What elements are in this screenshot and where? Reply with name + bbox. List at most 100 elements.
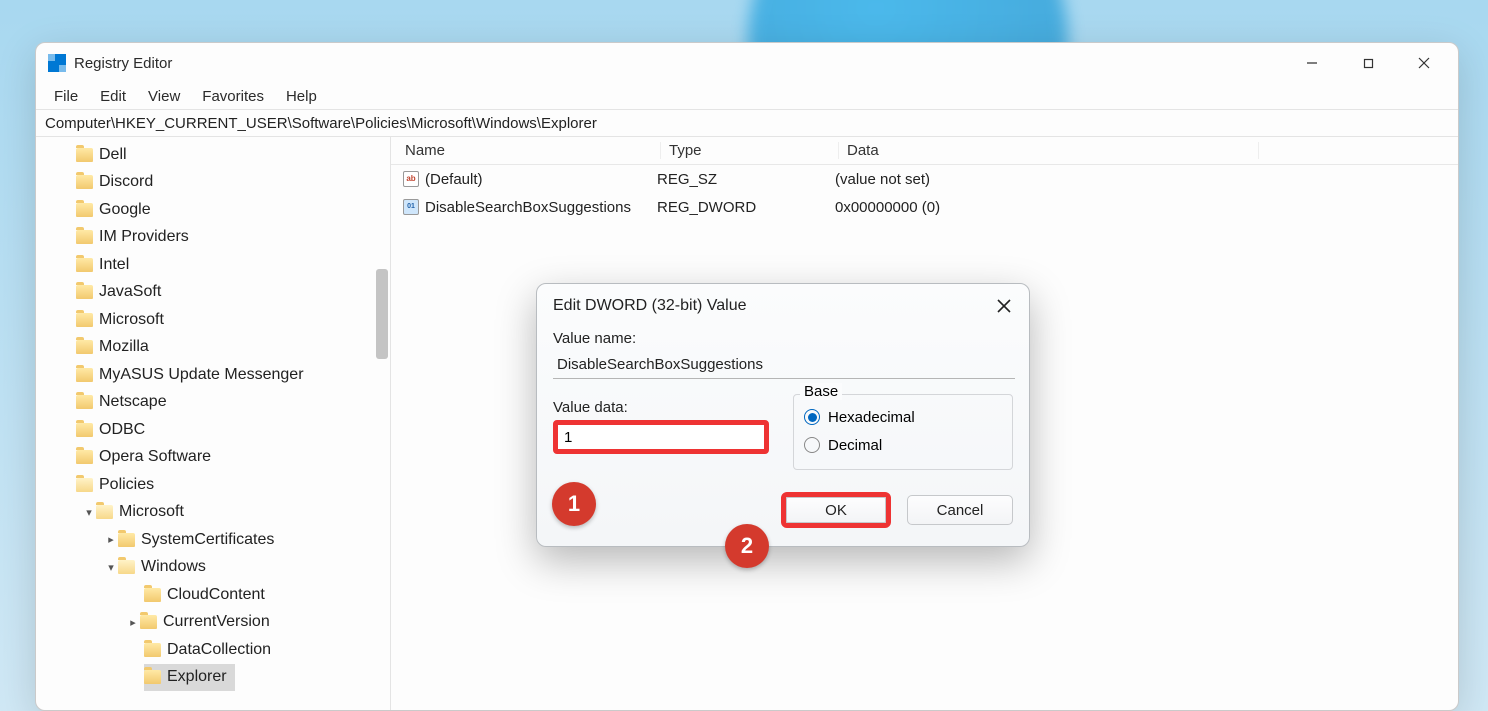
tree-item-netscape[interactable]: Netscape (36, 389, 390, 417)
value-type: REG_SZ (649, 171, 827, 188)
tree-item-label: JavaSoft (99, 283, 161, 301)
folder-icon (76, 285, 93, 299)
window-controls (1284, 43, 1452, 83)
tree-item-opera-software[interactable]: Opera Software (36, 444, 390, 472)
folder-icon (144, 588, 161, 602)
tree-item-windows[interactable]: ▾ Windows (36, 554, 390, 582)
tree-item-policies[interactable]: Policies (36, 471, 390, 499)
ok-button-highlight: OK (781, 492, 891, 528)
tree-item-label: Microsoft (119, 503, 184, 521)
value-data-highlight (553, 420, 769, 454)
tree-item-cloudcontent[interactable]: CloudContent (36, 581, 390, 609)
tree-item-im-providers[interactable]: IM Providers (36, 224, 390, 252)
list-header[interactable]: Name Type Data (391, 137, 1458, 165)
tree-item-discord[interactable]: Discord (36, 169, 390, 197)
chevron-right-icon[interactable]: ▸ (126, 616, 140, 629)
annotation-callout-2: 2 (725, 524, 769, 568)
value-name: (Default) (425, 171, 483, 188)
radio-icon (804, 409, 820, 425)
chevron-right-icon[interactable]: ▸ (104, 533, 118, 546)
folder-icon (96, 505, 113, 519)
folder-icon (140, 615, 157, 629)
dword-value-icon: 01 (403, 199, 419, 215)
value-row[interactable]: ab(Default)REG_SZ(value not set) (391, 165, 1458, 193)
tree-item-label: Google (99, 201, 151, 219)
address-bar[interactable]: Computer\HKEY_CURRENT_USER\Software\Poli… (36, 109, 1458, 137)
folder-icon (76, 423, 93, 437)
base-groupbox: Base Hexadecimal Decimal (793, 394, 1013, 470)
value-name-label: Value name: (553, 330, 1013, 347)
folder-icon (144, 670, 161, 684)
base-legend: Base (800, 383, 842, 400)
menu-file[interactable]: File (44, 86, 88, 107)
radio-decimal[interactable]: Decimal (804, 431, 1002, 459)
folder-icon (76, 258, 93, 272)
tree-item-label: Intel (99, 256, 129, 274)
folder-icon (76, 148, 93, 162)
value-data: 0x00000000 (0) (827, 199, 1458, 216)
folder-icon (76, 368, 93, 382)
col-header-type[interactable]: Type (661, 142, 839, 159)
cancel-button[interactable]: Cancel (907, 495, 1013, 525)
tree-item-label: Opera Software (99, 448, 211, 466)
tree-item-systemcertificates[interactable]: ▸ SystemCertificates (36, 526, 390, 554)
folder-icon (76, 340, 93, 354)
tree-item-mozilla[interactable]: Mozilla (36, 334, 390, 362)
tree-item-label: Netscape (99, 393, 167, 411)
tree-item-explorer[interactable]: Explorer (36, 664, 390, 692)
tree-item-microsoft[interactable]: ▾ Microsoft (36, 499, 390, 527)
tree-item-dell[interactable]: Dell (36, 141, 390, 169)
tree-item-label: Discord (99, 173, 153, 191)
tree-item-myasus-update-messenger[interactable]: MyASUS Update Messenger (36, 361, 390, 389)
tree-item-google[interactable]: Google (36, 196, 390, 224)
value-data-field[interactable] (558, 425, 764, 449)
titlebar[interactable]: Registry Editor (36, 43, 1458, 83)
menu-favorites[interactable]: Favorites (192, 86, 274, 107)
tree-item-label: Dell (99, 146, 127, 164)
chevron-down-icon[interactable]: ▾ (82, 506, 96, 519)
address-text: Computer\HKEY_CURRENT_USER\Software\Poli… (45, 115, 597, 132)
tree-item-currentversion[interactable]: ▸ CurrentVersion (36, 609, 390, 637)
minimize-button[interactable] (1284, 43, 1340, 83)
tree-item-odbc[interactable]: ODBC (36, 416, 390, 444)
maximize-button[interactable] (1340, 43, 1396, 83)
tree-item-label: IM Providers (99, 228, 189, 246)
tree-item-intel[interactable]: Intel (36, 251, 390, 279)
dialog-close-button[interactable] (989, 291, 1019, 321)
folder-icon (76, 450, 93, 464)
col-header-name[interactable]: Name (391, 142, 661, 159)
value-data-label: Value data: (553, 399, 769, 416)
menu-help[interactable]: Help (276, 86, 327, 107)
app-icon (48, 54, 66, 72)
tree-item-label: DataCollection (167, 641, 271, 659)
tree-pane: Dell Discord Google IM Providers Intel JavaSo… (36, 137, 391, 710)
folder-icon (76, 395, 93, 409)
radio-hexadecimal[interactable]: Hexadecimal (804, 403, 1002, 431)
menu-edit[interactable]: Edit (90, 86, 136, 107)
tree-item-label: Windows (141, 558, 206, 576)
tree-item-javasoft[interactable]: JavaSoft (36, 279, 390, 307)
dialog-titlebar[interactable]: Edit DWORD (32-bit) Value (537, 284, 1029, 328)
folder-icon (76, 175, 93, 189)
tree-item-label: Explorer (167, 668, 227, 686)
chevron-down-icon[interactable]: ▾ (104, 561, 118, 574)
tree-item-label: MyASUS Update Messenger (99, 366, 304, 384)
menu-view[interactable]: View (138, 86, 190, 107)
value-name-field[interactable] (553, 351, 1015, 379)
tree-item-label: CurrentVersion (163, 613, 270, 631)
radio-icon (804, 437, 820, 453)
radio-hex-label: Hexadecimal (828, 409, 915, 426)
tree-item-label: Policies (99, 476, 154, 494)
tree-item-label: SystemCertificates (141, 531, 274, 549)
radio-dec-label: Decimal (828, 437, 882, 454)
tree-item-microsoft[interactable]: Microsoft (36, 306, 390, 334)
ok-button[interactable]: OK (786, 497, 886, 523)
menubar: File Edit View Favorites Help (36, 83, 1458, 109)
window-title: Registry Editor (74, 55, 172, 72)
tree-item-datacollection[interactable]: DataCollection (36, 636, 390, 664)
string-value-icon: ab (403, 171, 419, 187)
col-header-data[interactable]: Data (839, 142, 1259, 159)
value-name: DisableSearchBoxSuggestions (425, 199, 631, 216)
value-row[interactable]: 01DisableSearchBoxSuggestionsREG_DWORD0x… (391, 193, 1458, 221)
close-button[interactable] (1396, 43, 1452, 83)
